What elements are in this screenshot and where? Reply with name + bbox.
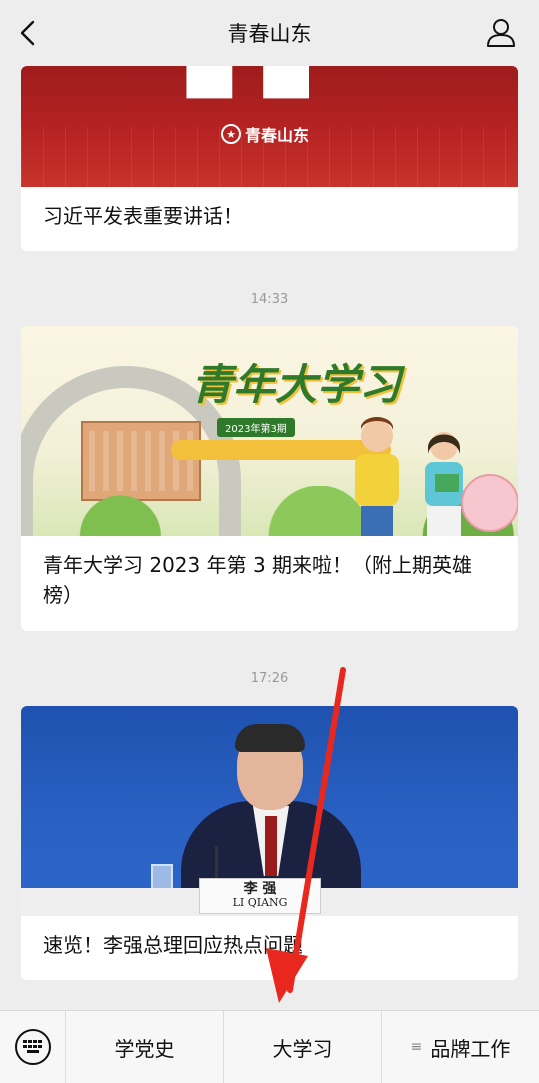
article-title[interactable]: 习近平发表重要讲话！ [21, 187, 518, 231]
timestamp: 14:33 [250, 292, 289, 307]
article-card-2[interactable]: 青年大学习 2023年第3期 青年大学习 2023 年第 3 期来啦！（附上期英… [21, 326, 518, 631]
banner-graphic: ■■ [181, 66, 335, 106]
keyboard-toggle-button[interactable] [0, 1010, 66, 1083]
menu-item-label: 大学习 [272, 1036, 333, 1061]
speaker-hair [235, 724, 305, 752]
article-cover-image[interactable]: 李 强 LI QIANG [21, 706, 518, 916]
student-illustration-boy [355, 417, 399, 536]
cover-headline: 青年大学习 [191, 360, 402, 409]
mascot-illustration [461, 474, 518, 532]
timestamp: 17:26 [250, 671, 289, 686]
article-feed[interactable]: ■■ ★青春山东 习近平发表重要讲话！ 14:33 青年大学习 2023年第3期… [0, 66, 539, 1010]
menu-item-party-history[interactable]: 学党史 [66, 1010, 224, 1083]
menu-item-brand-work[interactable]: ≡ 品牌工作 [382, 1011, 539, 1083]
submenu-icon: ≡ [410, 1039, 423, 1055]
name-plate-english: LI QIANG [232, 896, 288, 909]
article-card-3[interactable]: 李 强 LI QIANG 速览！李强总理回应热点问题 [21, 706, 518, 980]
keyboard-icon [14, 1029, 51, 1065]
bottom-menu: 学党史 大学习 ≡ 品牌工作 [0, 1010, 539, 1083]
article-cover-image[interactable]: 青年大学习 2023年第3期 [21, 326, 518, 536]
microphone [215, 846, 218, 882]
menu-item-label: 品牌工作 [430, 1036, 511, 1061]
article-title[interactable]: 青年大学习 2023 年第 3 期来啦！（附上期英雄榜） [21, 536, 518, 610]
issue-badge: 2023年第3期 [217, 418, 295, 437]
user-profile-icon[interactable] [485, 17, 517, 49]
top-bar: 青春山东 [0, 0, 539, 66]
name-plate-chinese: 李 强 [243, 881, 277, 897]
article-cover-image[interactable]: ■■ ★青春山东 [21, 66, 518, 187]
page-title: 青春山东 [227, 22, 312, 46]
decorative-grid [21, 127, 518, 187]
article-card-1[interactable]: ■■ ★青春山东 习近平发表重要讲话！ [21, 66, 518, 251]
speaker-tie [265, 816, 277, 876]
back-arrow-icon[interactable] [14, 18, 44, 48]
name-plate: 李 强 LI QIANG [199, 878, 321, 914]
article-title[interactable]: 速览！李强总理回应热点问题 [21, 916, 518, 960]
menu-item-label: 学党史 [114, 1036, 175, 1061]
menu-item-youth-study[interactable]: 大学习 [224, 1010, 382, 1083]
